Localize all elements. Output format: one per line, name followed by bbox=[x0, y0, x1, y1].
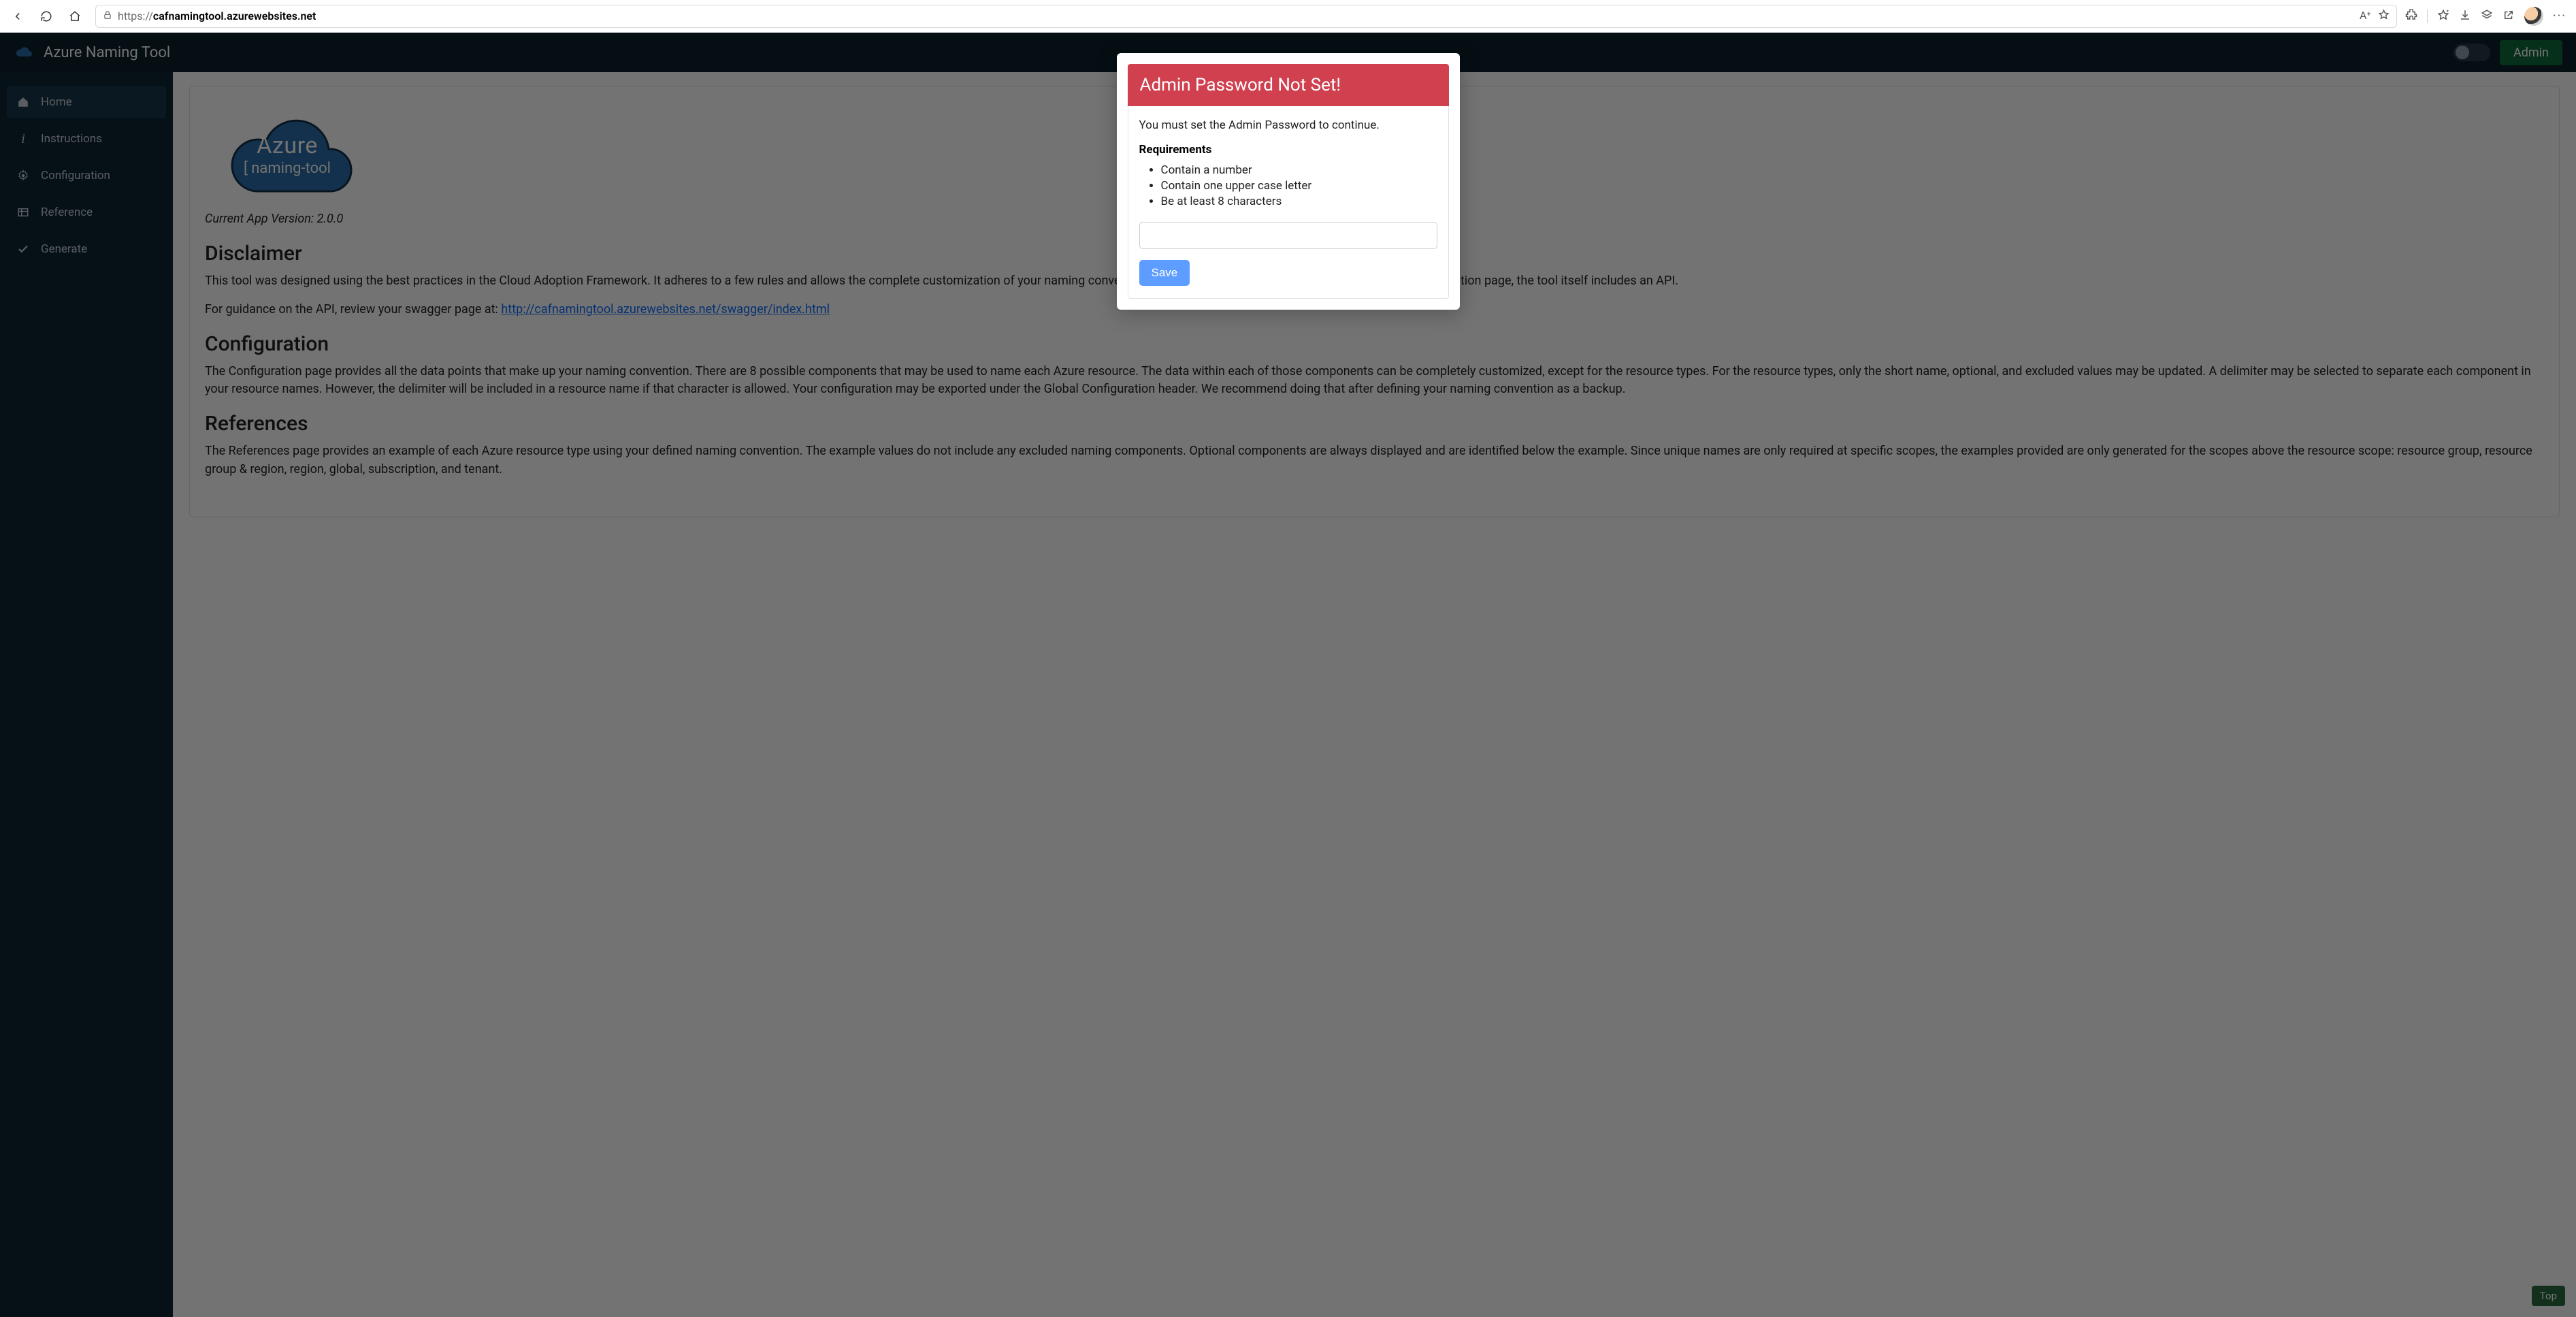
admin-password-input[interactable] bbox=[1139, 222, 1437, 249]
favorites-icon[interactable] bbox=[2437, 9, 2449, 24]
modal-title: Admin Password Not Set! bbox=[1128, 64, 1449, 106]
browser-toolbar: https://cafnamingtool.azurewebsites.net … bbox=[0, 0, 2576, 33]
more-menu-icon[interactable]: ··· bbox=[2553, 9, 2566, 23]
admin-password-modal: Admin Password Not Set! You must set the… bbox=[1117, 53, 1460, 310]
address-bar[interactable]: https://cafnamingtool.azurewebsites.net … bbox=[95, 5, 2397, 28]
profile-avatar[interactable] bbox=[2524, 7, 2543, 26]
downloads-icon[interactable] bbox=[2459, 9, 2471, 24]
collections-icon[interactable] bbox=[2481, 9, 2493, 24]
save-button[interactable]: Save bbox=[1139, 260, 1190, 286]
requirements-list: Contain a number Contain one upper case … bbox=[1161, 163, 1437, 208]
requirements-heading: Requirements bbox=[1139, 143, 1437, 157]
requirement-item: Contain one upper case letter bbox=[1161, 179, 1437, 193]
requirement-item: Be at least 8 characters bbox=[1161, 195, 1437, 208]
read-aloud-icon[interactable]: A⁺ bbox=[2360, 9, 2371, 23]
url-protocol: https:// bbox=[118, 10, 153, 22]
url-domain: cafnamingtool.azurewebsites.net bbox=[153, 10, 316, 22]
toolbar-separator bbox=[2427, 10, 2428, 23]
refresh-button[interactable] bbox=[34, 4, 59, 29]
share-icon[interactable] bbox=[2502, 9, 2515, 24]
home-button[interactable] bbox=[63, 4, 87, 29]
extensions-icon[interactable] bbox=[2405, 9, 2417, 24]
requirement-item: Contain a number bbox=[1161, 163, 1437, 177]
back-button[interactable] bbox=[5, 4, 30, 29]
favorite-star-icon[interactable] bbox=[2378, 9, 2390, 23]
lock-icon bbox=[103, 10, 112, 22]
modal-message: You must set the Admin Password to conti… bbox=[1139, 118, 1437, 132]
